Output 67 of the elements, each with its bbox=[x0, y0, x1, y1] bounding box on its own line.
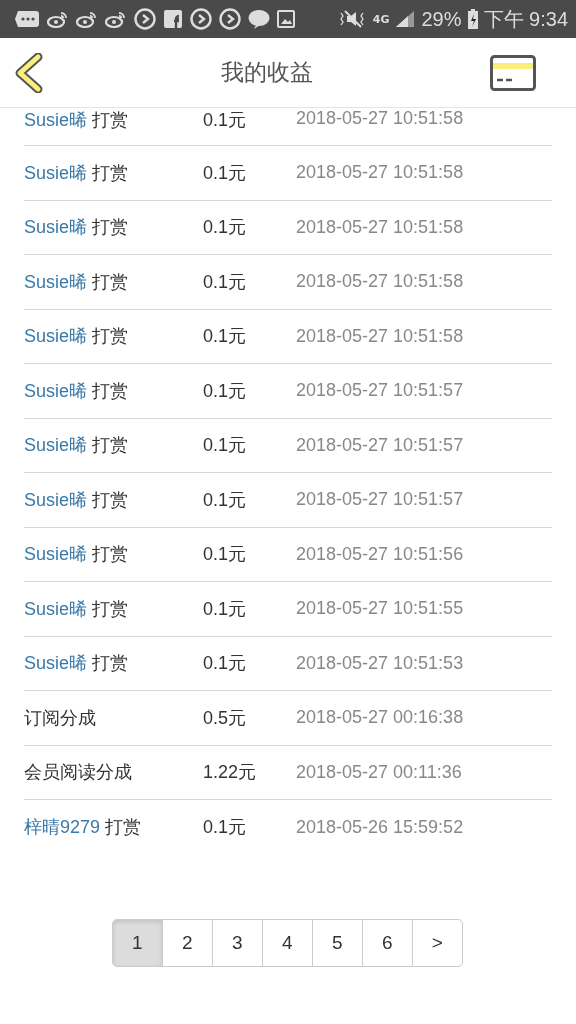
record-time: 2018-05-27 10:51:58 bbox=[296, 162, 464, 184]
page-button[interactable]: 5 bbox=[311, 918, 363, 967]
eye-icon bbox=[76, 10, 98, 28]
page-button[interactable]: > bbox=[411, 918, 463, 967]
page-button[interactable]: 3 bbox=[211, 918, 263, 967]
record-amount: 0.1元 bbox=[203, 543, 248, 567]
record-time: 2018-05-27 00:11:36 bbox=[296, 761, 462, 783]
record-time: 2018-05-27 10:51:57 bbox=[296, 380, 464, 402]
record-time: 2018-05-27 10:51:55 bbox=[296, 598, 464, 620]
card-icon[interactable] bbox=[490, 54, 536, 91]
record-amount: 0.1元 bbox=[203, 652, 248, 676]
record-source: Susie晞 打赏 bbox=[24, 109, 130, 132]
record-time: 2018-05-27 10:51:58 bbox=[296, 271, 464, 293]
record-source: 订阅分成 bbox=[24, 706, 97, 730]
page-button[interactable]: 1 bbox=[111, 918, 163, 967]
record-time: 2018-05-27 10:51:57 bbox=[296, 489, 464, 511]
status-time: 下午 9:34 bbox=[483, 6, 568, 32]
record-amount: 0.1元 bbox=[203, 270, 248, 294]
record-time: 2018-05-27 10:51:58 bbox=[296, 108, 464, 129]
record-amount: 0.1元 bbox=[203, 379, 248, 403]
record-time: 2018-05-27 10:51:56 bbox=[296, 543, 464, 565]
record-time: 2018-05-27 10:51:58 bbox=[296, 325, 464, 347]
speech-bubble-icon bbox=[248, 9, 270, 29]
network-type: 4G bbox=[372, 12, 390, 26]
page-button[interactable]: 6 bbox=[361, 918, 413, 967]
signal-icon bbox=[395, 10, 416, 28]
square-icon bbox=[163, 9, 183, 29]
record-source: Susie晞 打赏 bbox=[24, 652, 130, 676]
record-time: 2018-05-27 00:16:38 bbox=[296, 707, 464, 729]
record-amount: 0.1元 bbox=[203, 816, 248, 840]
play-icon bbox=[134, 8, 156, 30]
record-amount: 0.1元 bbox=[203, 325, 248, 349]
record-source: Susie晞 打赏 bbox=[24, 488, 130, 512]
record-amount: 0.1元 bbox=[203, 434, 248, 458]
play-icon bbox=[190, 8, 212, 30]
record-source: Susie晞 打赏 bbox=[24, 325, 130, 349]
record-amount: 0.1元 bbox=[203, 109, 248, 132]
record-source: Susie晞 打赏 bbox=[24, 216, 130, 240]
chat-icon bbox=[14, 10, 40, 28]
record-source: 会员阅读分成 bbox=[24, 761, 133, 785]
back-icon[interactable] bbox=[14, 52, 44, 93]
record-source: 梓晴9279 打赏 bbox=[24, 816, 143, 840]
record-amount: 1.22元 bbox=[203, 761, 258, 785]
battery-percent: 29% bbox=[421, 7, 462, 31]
record-amount: 0.1元 bbox=[203, 488, 248, 512]
record-source: Susie晞 打赏 bbox=[24, 434, 130, 458]
record-amount: 0.1元 bbox=[203, 161, 248, 185]
record-source: Susie晞 打赏 bbox=[24, 161, 130, 185]
record-time: 2018-05-27 10:51:53 bbox=[296, 652, 464, 674]
page-button[interactable]: 4 bbox=[261, 918, 313, 967]
eye-icon bbox=[105, 10, 127, 28]
record-time: 2018-05-27 10:51:58 bbox=[296, 216, 464, 238]
record-source: Susie晞 打赏 bbox=[24, 379, 130, 403]
record-amount: 0.5元 bbox=[203, 706, 248, 730]
record-source: Susie晞 打赏 bbox=[24, 597, 130, 621]
battery-icon bbox=[467, 9, 478, 29]
record-time: 2018-05-27 10:51:57 bbox=[296, 434, 464, 456]
play-icon bbox=[219, 8, 241, 30]
page-button[interactable]: 2 bbox=[161, 918, 213, 967]
record-time: 2018-05-26 15:59:52 bbox=[296, 816, 464, 838]
record-amount: 0.1元 bbox=[203, 216, 248, 240]
image-icon bbox=[277, 10, 295, 28]
record-source: Susie晞 打赏 bbox=[24, 270, 130, 294]
record-source: Susie晞 打赏 bbox=[24, 543, 130, 567]
record-amount: 0.1元 bbox=[203, 597, 248, 621]
eye-icon bbox=[47, 10, 69, 28]
page-title: 我的收益 bbox=[221, 58, 313, 87]
